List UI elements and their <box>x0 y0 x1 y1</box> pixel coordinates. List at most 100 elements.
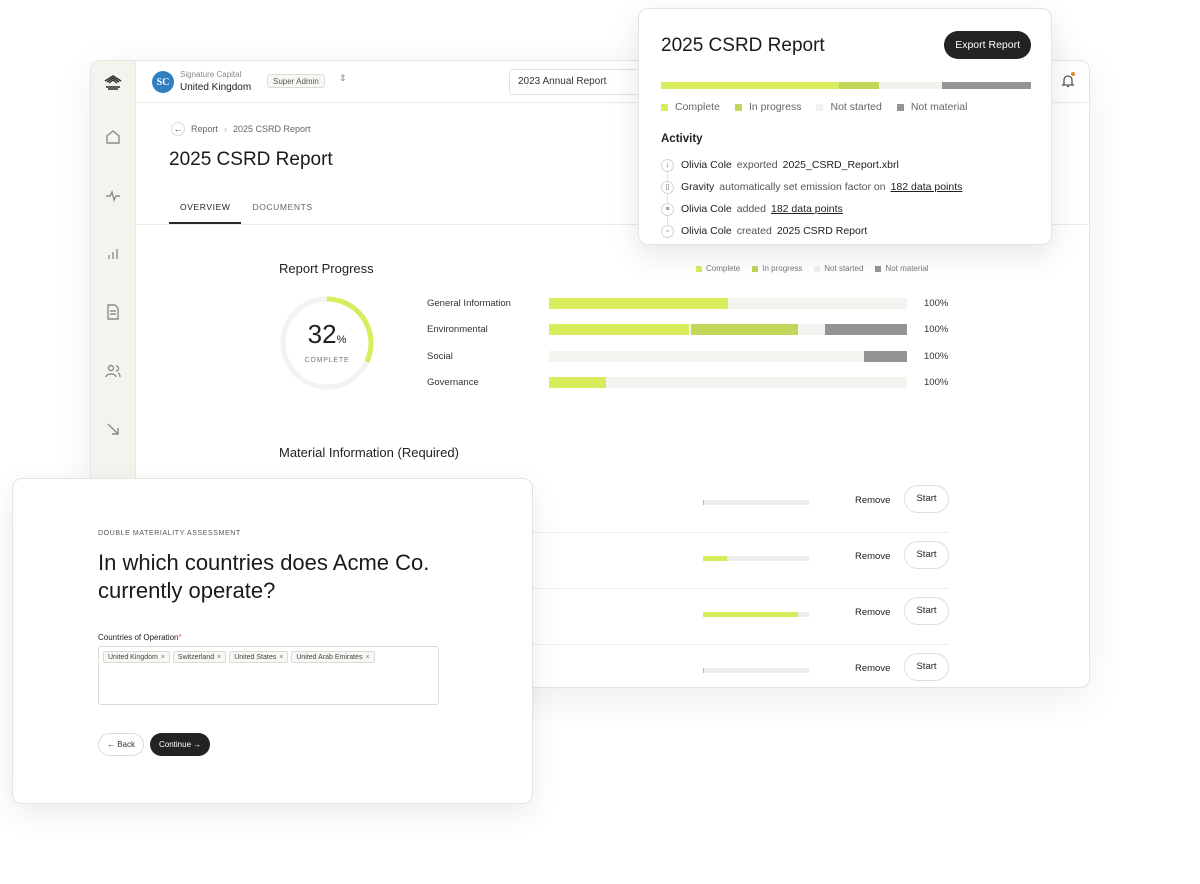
activity-verb: added <box>736 203 766 215</box>
list-icon: ≡ <box>661 202 674 216</box>
legend-not-material: Not material <box>896 101 967 113</box>
report-summary-card: 2025 CSRD Report Export Report Complete … <box>638 8 1052 245</box>
activity-object[interactable]: 182 data points <box>891 181 963 193</box>
segment-complete <box>549 324 689 335</box>
country-chip[interactable]: United Arab Emirates × <box>291 651 375 663</box>
remove-link[interactable]: Remove <box>855 607 890 618</box>
legend-complete: Complete <box>696 264 740 273</box>
progress-row-percent: 100% <box>924 324 949 335</box>
breadcrumb: ← Report › 2025 CSRD Report <box>171 122 311 136</box>
activity-item: ▫ Olivia Cole created 2025 CSRD Report <box>661 223 867 239</box>
activity-item: ≡ Olivia Cole added 182 data points <box>661 201 843 217</box>
org-name[interactable]: Signature Capital <box>180 70 241 79</box>
activity-verb: created <box>736 225 772 237</box>
progress-track <box>549 351 907 362</box>
progress-row[interactable]: General Information 100% <box>427 297 967 311</box>
legend-not-started: Not started <box>814 264 863 273</box>
row-progress-track <box>703 668 809 673</box>
segment-not-material <box>942 82 1031 89</box>
activity-actor: Olivia Cole <box>681 225 732 237</box>
segment-complete <box>549 298 728 309</box>
progress-row-percent: 100% <box>924 377 949 388</box>
segment-not-material <box>864 351 907 362</box>
users-icon[interactable] <box>103 361 123 381</box>
arrow-down-right-icon[interactable] <box>103 419 123 439</box>
export-report-button[interactable]: Export Report <box>944 31 1031 59</box>
country-chip-label: United States <box>234 654 277 661</box>
segment-in-progress <box>838 82 880 89</box>
activity-object[interactable]: 182 data points <box>771 203 843 215</box>
activity-actor: Gravity <box>681 181 715 193</box>
segment-not-started <box>879 82 943 89</box>
chevron-up-down-icon[interactable]: ⇕ <box>339 73 347 84</box>
activity-object: 2025 CSRD Report <box>776 225 868 237</box>
progress-complete-label: COMPLETE <box>304 357 350 364</box>
start-button[interactable]: Start <box>904 541 949 569</box>
chip-remove-icon[interactable]: × <box>161 654 165 661</box>
remove-link[interactable]: Remove <box>855 551 890 562</box>
back-button[interactable]: ← Back <box>98 733 145 756</box>
tab-overview[interactable]: OVERVIEW <box>169 196 242 224</box>
countries-multiselect[interactable]: United Kingdom × Switzerland × United States… <box>98 646 439 705</box>
legend-not-material: Not material <box>875 264 929 273</box>
continue-button[interactable]: Continue → <box>150 733 211 756</box>
logo-icon[interactable] <box>103 73 123 93</box>
country-chip[interactable]: United States × <box>229 651 289 663</box>
start-button[interactable]: Start <box>904 597 949 625</box>
start-button[interactable]: Start <box>904 653 949 681</box>
chip-remove-icon[interactable]: × <box>365 654 369 661</box>
home-icon[interactable] <box>103 127 123 147</box>
org-country[interactable]: United Kingdom <box>180 82 251 93</box>
progress-row-percent: 100% <box>924 351 949 362</box>
bar-chart-icon[interactable] <box>103 244 123 264</box>
segment-complete <box>549 377 607 388</box>
card-legend: Complete In progress Not started Not mat… <box>661 101 967 113</box>
progress-row[interactable]: Governance 100% <box>427 376 967 390</box>
start-button[interactable]: Start <box>904 485 949 513</box>
breadcrumb-current: 2025 CSRD Report <box>233 124 311 134</box>
chip-remove-icon[interactable]: × <box>217 654 221 661</box>
legend-in-progress: In progress <box>734 101 801 113</box>
country-chip[interactable]: United Kingdom × <box>103 651 170 663</box>
breadcrumb-root[interactable]: Report <box>191 124 218 134</box>
remove-link[interactable]: Remove <box>855 663 890 674</box>
progress-track <box>549 298 907 309</box>
org-avatar[interactable]: SC <box>152 71 174 93</box>
role-badge: Super Admin <box>267 74 325 88</box>
progress-track <box>549 324 907 335</box>
progress-track <box>549 377 907 388</box>
activity-actor: Olivia Cole <box>681 159 732 171</box>
tab-documents[interactable]: DOCUMENTS <box>241 196 323 224</box>
dma-question-card: DOUBLE MATERIALITY ASSESSMENT In which c… <box>12 478 533 804</box>
country-chip-label: United Arab Emirates <box>296 654 363 661</box>
activity-title: Activity <box>661 133 703 145</box>
country-chip[interactable]: Switzerland × <box>172 651 227 663</box>
material-info-title: Material Information (Required) <box>279 445 459 460</box>
row-progress-fill <box>703 668 705 673</box>
legend-complete: Complete <box>661 101 720 113</box>
notification-dot <box>1071 72 1075 76</box>
book-icon: ▯ <box>661 180 674 194</box>
row-progress-fill <box>703 500 705 505</box>
document-icon[interactable] <box>103 302 123 322</box>
progress-row[interactable]: Environmental 100% <box>427 323 967 337</box>
remove-link[interactable]: Remove <box>855 495 890 506</box>
legend-in-progress: In progress <box>752 264 802 273</box>
country-chip-label: Switzerland <box>177 654 215 661</box>
chip-remove-icon[interactable]: × <box>279 654 283 661</box>
activity-icon[interactable] <box>103 186 123 206</box>
activity-item: ↓ Olivia Cole exported 2025_CSRD_Report.xbr… <box>661 157 899 173</box>
progress-row[interactable]: Social 100% <box>427 350 967 364</box>
dma-kicker: DOUBLE MATERIALITY ASSESSMENT <box>98 530 241 537</box>
bell-icon[interactable] <box>1061 74 1075 88</box>
back-arrow-icon[interactable]: ← <box>171 122 185 136</box>
breadcrumb-separator-icon: › <box>224 124 228 134</box>
progress-row-label: Environmental <box>427 324 488 335</box>
legend-not-started: Not started <box>816 101 882 113</box>
progress-row-percent: 100% <box>924 298 949 309</box>
dma-question: In which countries does Acme Co. current… <box>98 550 430 603</box>
tab-bar: OVERVIEW DOCUMENTS <box>169 196 324 224</box>
progress-percent: 32% <box>307 319 347 349</box>
segment-in-progress <box>690 324 798 335</box>
countries-field-label: Countries of Operation* <box>98 633 182 642</box>
